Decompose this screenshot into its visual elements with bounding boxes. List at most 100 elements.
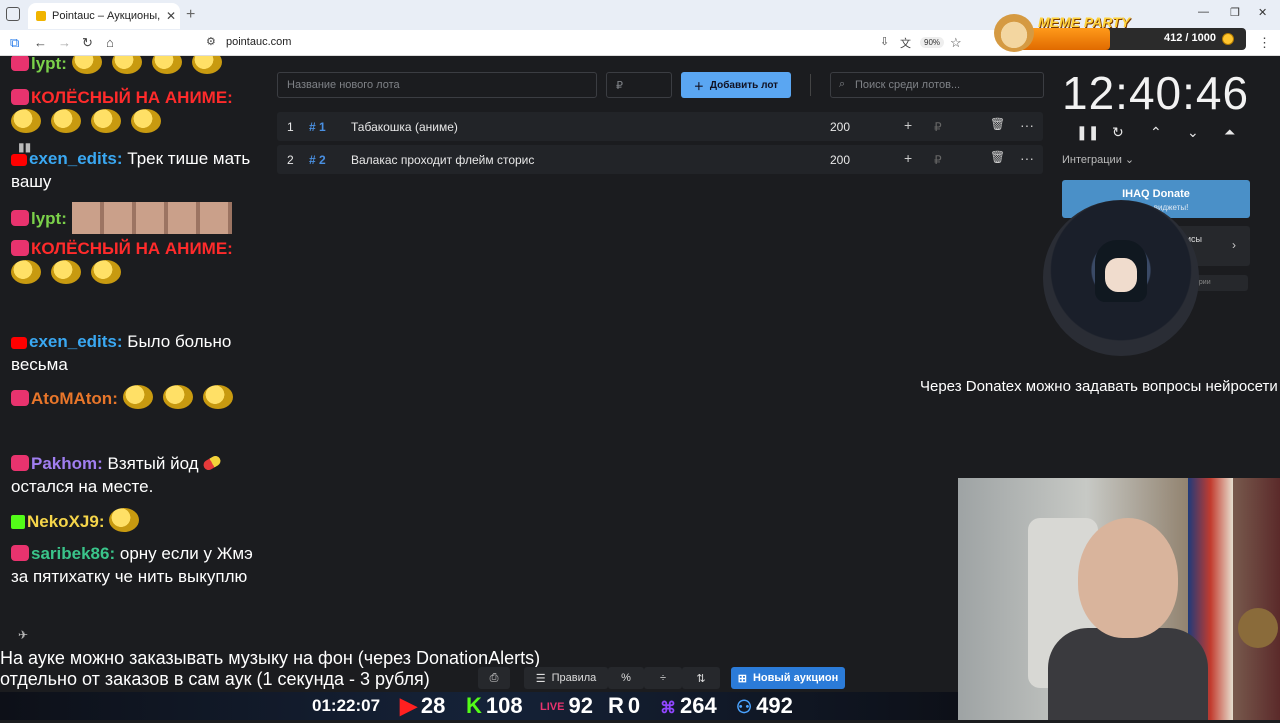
kick-count: 108	[485, 693, 523, 718]
new-auction-button[interactable]: ⊞ Новый аукцион	[731, 667, 845, 689]
chat-message: lypt:	[11, 202, 266, 234]
stream-stats-bar: 01:22:07 ▶ 28 K 108 LIVE 92 R0 ⌘ 264 ⚇ 492	[0, 692, 958, 720]
emote-icon	[151, 56, 182, 74]
lot-id: # 2	[309, 153, 326, 167]
split-icon[interactable]: ÷	[644, 667, 682, 689]
lot-amount-input[interactable]: ₽	[606, 72, 672, 98]
sidebar-toggle-icon[interactable]: ⧉	[10, 35, 19, 51]
chevron-right-icon: ›	[1232, 238, 1236, 252]
rules-button[interactable]: ☰ Правила	[524, 667, 608, 689]
live-badge-icon	[11, 56, 29, 71]
translate-icon[interactable]: 文	[900, 35, 911, 51]
twitch-icon: ⌘	[660, 700, 676, 717]
lot-id: # 1	[309, 120, 326, 134]
emote-icon	[162, 385, 193, 409]
vtuber-avatar	[1043, 200, 1199, 356]
chat-message: КОЛЁСНЫЙ НА АНИМЕ:	[11, 86, 266, 134]
bookmark-icon[interactable]: ☆	[950, 35, 962, 51]
more-icon[interactable]: ···	[1020, 150, 1034, 166]
coin-icon	[1222, 33, 1234, 45]
decrease-time-icon[interactable]: ⌄	[1187, 124, 1199, 141]
r-stat: R0	[608, 692, 640, 720]
pill-emoji-icon	[201, 454, 222, 472]
kick-badge-icon	[11, 515, 25, 529]
save-icon[interactable]: ⎙	[478, 667, 510, 689]
live-badge-icon	[11, 390, 29, 406]
chat-nick: AtoMAton:	[31, 389, 118, 408]
chat-nick: lypt:	[31, 209, 67, 228]
emote-icon	[122, 385, 153, 409]
percent-icon[interactable]: %	[608, 667, 644, 689]
chat-message: exen_edits: Трек тише мать вашу	[11, 147, 266, 193]
currency-label: ₽	[934, 153, 942, 167]
music-info-line1: На ауке можно заказывать музыку на фон (…	[0, 648, 541, 668]
emote-icon	[51, 260, 81, 284]
emote-icon	[11, 109, 41, 133]
kick-icon: K	[466, 693, 482, 718]
faces-emote-icon	[71, 202, 232, 234]
emote-icon	[109, 508, 140, 532]
chat-nick: exen_edits:	[29, 149, 123, 168]
lot-row[interactable]: 1 # 1 Табакошка (аниме) 200 + ₽ 🗑 ···	[277, 112, 1043, 141]
increase-time-icon[interactable]: ⌃	[1150, 124, 1162, 141]
browser-tab[interactable]: Pointauc – Аукционы, лотереи ✕	[28, 3, 180, 29]
stats-icon[interactable]: ▮▮	[18, 140, 31, 154]
youtube-icon: ▶	[400, 693, 417, 718]
reload-icon[interactable]: ↻	[82, 35, 93, 51]
chat-message: saribek86: орну если у Жмэ за пятихатку …	[11, 542, 266, 588]
lot-row[interactable]: 2 # 2 Валакас проходит флейм сторис 200 …	[277, 145, 1043, 174]
telegram-icon[interactable]: ✈	[18, 628, 28, 642]
forward-icon[interactable]: →	[58, 35, 71, 50]
chat-nick: exen_edits:	[29, 332, 123, 351]
twitch-stat: ⌘ 264	[660, 692, 717, 723]
chat-message: Pakhom: Взятый йод остался на месте.	[11, 452, 266, 498]
youtube-badge-icon	[11, 337, 27, 349]
url-bar[interactable]: pointauc.com	[226, 36, 291, 48]
close-window-icon[interactable]: ✕	[1258, 6, 1267, 19]
search-icon: ⌕	[839, 78, 846, 90]
add-amount-button[interactable]: +	[904, 117, 912, 133]
pause-icon[interactable]: ❚❚	[1076, 124, 1099, 141]
search-placeholder: Поиск среди лотов...	[855, 79, 961, 91]
more-icon[interactable]: ···	[1020, 117, 1034, 133]
viewers-icon: ⚇	[736, 697, 753, 717]
lot-search-input[interactable]: ⌕ Поиск среди лотов...	[830, 72, 1044, 98]
chat-message: lypt:	[11, 56, 266, 75]
site-info-icon[interactable]: ⚙	[206, 35, 216, 48]
integrations-dropdown[interactable]: Интеграции ⌄	[1062, 153, 1134, 166]
lot-name: Табакошка (аниме)	[351, 120, 458, 134]
new-auction-icon: ⊞	[737, 672, 747, 685]
viewers-count: 492	[756, 693, 793, 718]
webcam-feed	[958, 478, 1280, 720]
new-auction-label: Новый аукцион	[752, 672, 839, 684]
add-lot-button[interactable]: ＋ Добавить лот	[681, 72, 791, 98]
double-increase-icon[interactable]: ⏶	[1224, 124, 1235, 141]
lot-index: 2	[287, 153, 294, 167]
live-badge-icon	[11, 545, 29, 561]
zoom-level[interactable]: 90%	[920, 37, 945, 48]
live-badge-icon	[11, 240, 29, 256]
add-amount-button[interactable]: +	[904, 150, 912, 166]
reset-icon[interactable]: ↻	[1112, 124, 1124, 141]
delete-lot-icon[interactable]: 🗑	[990, 117, 1005, 131]
install-icon[interactable]: ⇩	[880, 35, 889, 48]
new-tab-icon[interactable]: +	[186, 6, 195, 24]
emote-icon	[131, 109, 161, 133]
browser-menu-icon[interactable]: ⋮	[1258, 35, 1271, 51]
chat-message: NekoXJ9:	[11, 508, 266, 533]
vk-live-icon: LIVE	[540, 701, 565, 713]
home-icon[interactable]: ⌂	[106, 35, 114, 50]
emote-icon	[202, 385, 233, 409]
twitch-count: 264	[680, 693, 717, 718]
close-tab-icon[interactable]: ✕	[166, 9, 180, 23]
chat-nick: Pakhom:	[31, 454, 103, 473]
favicon-icon	[36, 11, 46, 21]
lot-name-input[interactable]: Название нового лота	[277, 72, 597, 98]
tab-menu-icon[interactable]	[6, 7, 20, 21]
cam-globe	[1238, 608, 1278, 648]
meme-party-logo: MEME PARTY	[1038, 14, 1131, 30]
sort-icon[interactable]: ⇅	[682, 667, 720, 689]
tab-title: Pointauc – Аукционы, лотереи	[52, 10, 160, 22]
delete-lot-icon[interactable]: 🗑	[990, 150, 1005, 164]
back-icon[interactable]: ←	[34, 35, 47, 50]
